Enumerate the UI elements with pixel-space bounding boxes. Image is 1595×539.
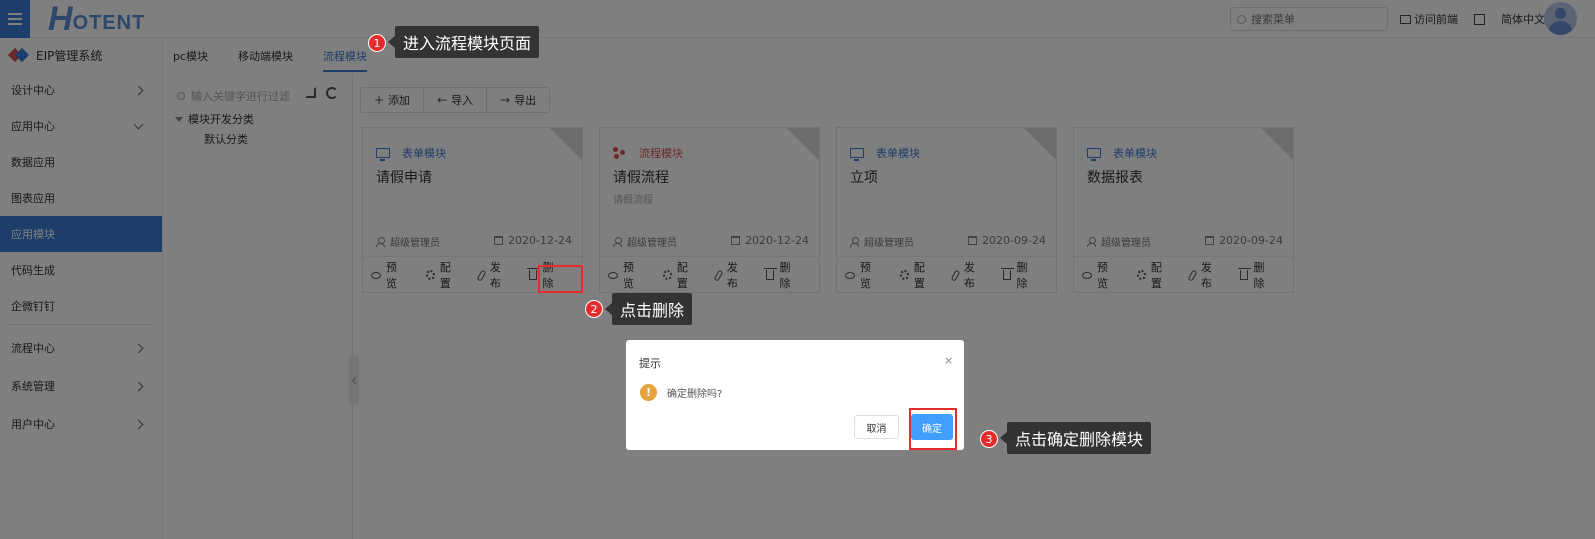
close-icon[interactable]: × xyxy=(944,354,953,367)
step-badge-2: 2 xyxy=(585,300,603,318)
dialog-message: ! 确定删除吗? xyxy=(640,384,722,401)
step-badge-3: 3 xyxy=(980,430,998,448)
confirm-highlight-box xyxy=(909,408,957,450)
cancel-button[interactable]: 取消 xyxy=(854,415,899,439)
step-tip-3: 点击确定删除模块 xyxy=(999,422,1152,454)
step-tip-2: 点击删除 xyxy=(604,293,693,325)
step-badge-1: 1 xyxy=(368,34,386,52)
dialog-message-text: 确定删除吗? xyxy=(667,389,723,400)
step-tip-1: 进入流程模块页面 xyxy=(387,26,540,58)
modal-overlay xyxy=(0,0,1595,539)
dialog-title: 提示 xyxy=(639,357,661,370)
warning-icon: ! xyxy=(640,384,657,401)
delete-highlight-box xyxy=(538,265,583,293)
